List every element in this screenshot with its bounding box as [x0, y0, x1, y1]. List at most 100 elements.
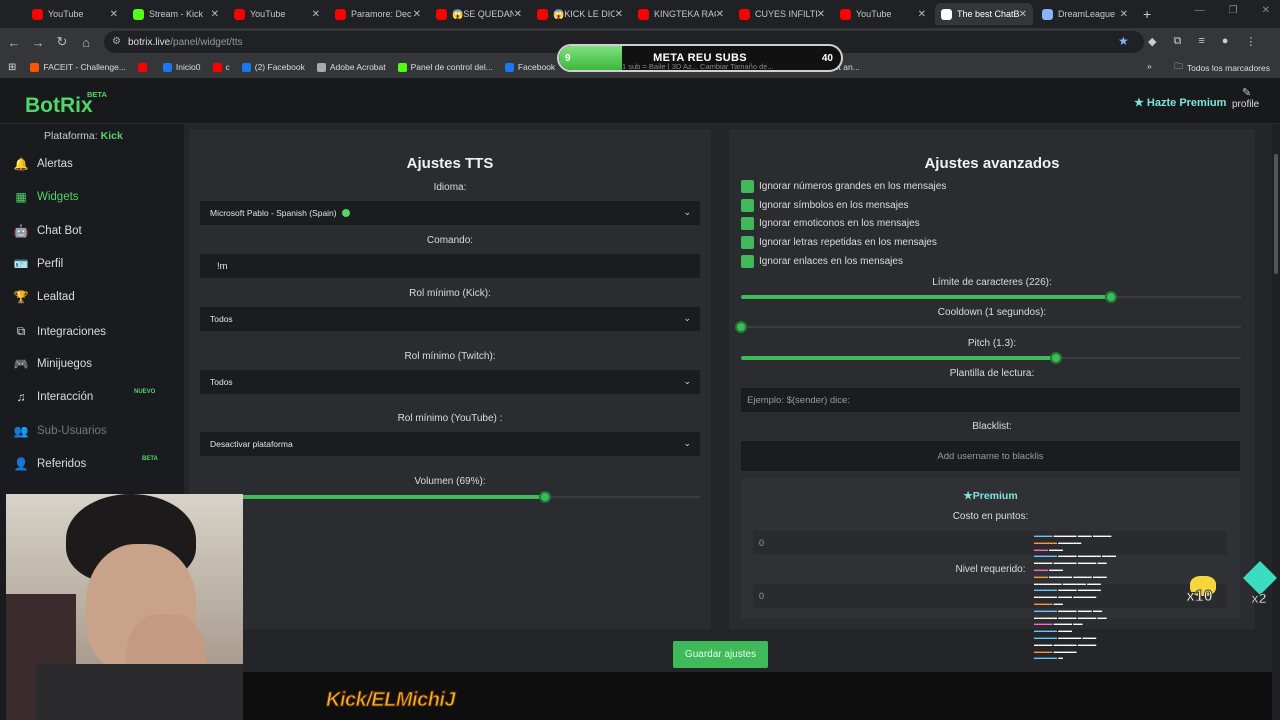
menu-kebab-icon[interactable]: ⋮: [1245, 35, 1256, 48]
checkbox-checked[interactable]: [741, 199, 754, 212]
browser-tab[interactable]: 😱SE QUEDAN ✕: [430, 3, 528, 25]
role-kick-select[interactable]: Todos ⌄: [200, 307, 700, 331]
browser-tab[interactable]: 😱KICK LE DIO ✕: [531, 3, 629, 25]
bookmark-item[interactable]: Facebook: [504, 62, 555, 72]
all-bookmarks[interactable]: 🗀 Todos los marcadores: [1174, 61, 1270, 75]
cooldown-slider[interactable]: [735, 321, 1241, 333]
tab-close-icon[interactable]: ✕: [413, 9, 421, 20]
minimize-icon[interactable]: —: [1195, 5, 1205, 16]
ignore-option-checkbox[interactable]: Ignorar letras repetidas en los mensajes: [741, 236, 937, 249]
sidebar-item-referidos[interactable]: 👤 Referidos: [12, 457, 87, 471]
sidebar-item-sub-usuarios[interactable]: 👥 Sub-Usuarios: [12, 424, 107, 438]
close-window-icon[interactable]: ✕: [1262, 5, 1270, 16]
webcam-shirt: [36, 664, 243, 720]
site-info-icon[interactable]: ⚙: [112, 36, 121, 47]
sidebar-item-widgets[interactable]: ▦ Widgets: [12, 190, 78, 204]
puzzle-icon[interactable]: ⧉: [1173, 35, 1181, 48]
x2-multiplier: x2: [1251, 590, 1268, 607]
profile-menu[interactable]: ✎ profile: [1232, 86, 1259, 110]
botrix-logo[interactable]: BotRix: [25, 94, 93, 118]
bookmark-item[interactable]: Inicio0: [162, 62, 201, 72]
more-bookmarks-icon[interactable]: »: [1147, 61, 1152, 71]
volume-slider[interactable]: [200, 491, 700, 503]
sidebar-item-perfil[interactable]: 🪪 Perfil: [12, 257, 64, 271]
forward-icon[interactable]: →: [26, 35, 50, 50]
language-select[interactable]: Microsoft Pablo - Spanish (Spain) ⌄: [200, 201, 700, 225]
cost-input[interactable]: 0: [753, 531, 1227, 555]
browser-tab[interactable]: Stream - Kick ✕: [127, 3, 225, 25]
ignore-option-checkbox[interactable]: Ignorar emoticonos en los mensajes: [741, 217, 920, 230]
role-twitch-select[interactable]: Todos ⌄: [200, 370, 700, 394]
bookmark-star-icon[interactable]: ★: [1118, 34, 1129, 48]
tab-close-icon[interactable]: ✕: [615, 9, 623, 20]
browser-tab[interactable]: KINGTEKA RAG ✕: [632, 3, 730, 25]
browser-tab[interactable]: DreamLeague ✕: [1036, 3, 1134, 25]
checkbox-checked[interactable]: [741, 180, 754, 193]
bookmark-item[interactable]: [137, 62, 151, 72]
sidebar-item-integraciones[interactable]: ⧉ Integraciones: [12, 324, 106, 339]
tab-close-icon[interactable]: ✕: [918, 9, 926, 20]
sidebar-item-chat-bot[interactable]: 🤖 Chat Bot: [12, 224, 82, 238]
pitch-slider[interactable]: [741, 352, 1241, 364]
level-input[interactable]: 0: [753, 584, 1227, 608]
checkbox-label: Ignorar símbolos en los mensajes: [759, 200, 909, 211]
new-badge: NUEVO: [134, 389, 156, 395]
ignore-option-checkbox[interactable]: Ignorar números grandes en los mensajes: [741, 180, 946, 193]
reload-icon[interactable]: ↻: [50, 34, 74, 50]
bookmark-label: FACEIT - Challenge...: [43, 62, 126, 72]
sidebar-item-alertas[interactable]: 🔔 Alertas: [12, 157, 73, 171]
extension-icon[interactable]: ◆: [1148, 35, 1156, 48]
slider-thumb[interactable]: [539, 491, 551, 503]
bookmark-item[interactable]: Adobe Acrobat: [316, 62, 386, 72]
maximize-icon[interactable]: ❐: [1229, 5, 1238, 16]
apps-grid-icon[interactable]: ⊞: [8, 62, 16, 73]
slider-thumb[interactable]: [1105, 291, 1117, 303]
home-icon[interactable]: ⌂: [74, 35, 98, 50]
level-label: Nivel requerido:: [955, 564, 1026, 575]
tab-close-icon[interactable]: ✕: [716, 9, 724, 20]
tab-favicon-icon: [234, 8, 245, 20]
tab-close-icon[interactable]: ✕: [817, 9, 825, 20]
blacklist-input[interactable]: Add username to blacklis: [741, 441, 1240, 471]
tab-close-icon[interactable]: ✕: [1120, 9, 1128, 20]
slider-thumb[interactable]: [735, 321, 747, 333]
browser-tab[interactable]: YouTube ✕: [834, 3, 932, 25]
checkbox-checked[interactable]: [741, 236, 754, 249]
checkbox-checked[interactable]: [741, 255, 754, 268]
sidebar-item-lealtad[interactable]: 🏆 Lealtad: [12, 290, 75, 304]
profile-avatar-icon[interactable]: ●: [1222, 35, 1229, 48]
page-scrollbar[interactable]: [1272, 124, 1280, 720]
media-icon[interactable]: ≡: [1198, 35, 1204, 48]
template-input[interactable]: Ejemplo: $(sender) dice:: [741, 388, 1240, 412]
new-tab-button[interactable]: +: [1143, 6, 1151, 22]
bookmark-item[interactable]: (2) Facebook: [241, 62, 305, 72]
sidebar-item-minijuegos[interactable]: 🎮 Minijuegos: [12, 357, 92, 371]
tab-close-icon[interactable]: ✕: [312, 9, 320, 20]
browser-tab[interactable]: Paramore: Dec ✕: [329, 3, 427, 25]
browser-tab[interactable]: YouTube ✕: [26, 3, 124, 25]
tab-close-icon[interactable]: ✕: [514, 9, 522, 20]
sidebar-item-interacci-n[interactable]: ♫ Interacción: [12, 390, 94, 404]
bookmark-favicon-icon: [212, 62, 222, 72]
scrollbar-thumb[interactable]: [1274, 154, 1278, 274]
platform-value[interactable]: Kick: [101, 130, 123, 142]
checkbox-checked[interactable]: [741, 217, 754, 230]
bookmark-item[interactable]: c: [212, 62, 230, 72]
bookmark-item[interactable]: FACEIT - Challenge...: [30, 62, 126, 72]
back-icon[interactable]: ←: [2, 35, 26, 50]
browser-tab[interactable]: YouTube ✕: [228, 3, 326, 25]
role-youtube-select[interactable]: Desactivar plataforma ⌄: [200, 432, 700, 456]
bookmark-item[interactable]: Panel de control del...: [397, 62, 493, 72]
tab-close-icon[interactable]: ✕: [110, 9, 118, 20]
ignore-option-checkbox[interactable]: Ignorar símbolos en los mensajes: [741, 199, 909, 212]
command-input[interactable]: !m: [200, 254, 700, 278]
ignore-option-checkbox[interactable]: Ignorar enlaces en los mensajes: [741, 255, 903, 268]
tab-close-icon[interactable]: ✕: [1019, 9, 1027, 20]
tab-close-icon[interactable]: ✕: [211, 9, 219, 20]
browser-tab[interactable]: CUYES INFILTR ✕: [733, 3, 831, 25]
save-settings-button[interactable]: Guardar ajustes: [673, 641, 768, 668]
browser-tab[interactable]: The best ChatB ✕: [935, 3, 1033, 25]
char-limit-slider[interactable]: [741, 291, 1241, 303]
slider-thumb[interactable]: [1050, 352, 1062, 364]
premium-link[interactable]: ★ Hazte Premium: [1134, 96, 1226, 109]
